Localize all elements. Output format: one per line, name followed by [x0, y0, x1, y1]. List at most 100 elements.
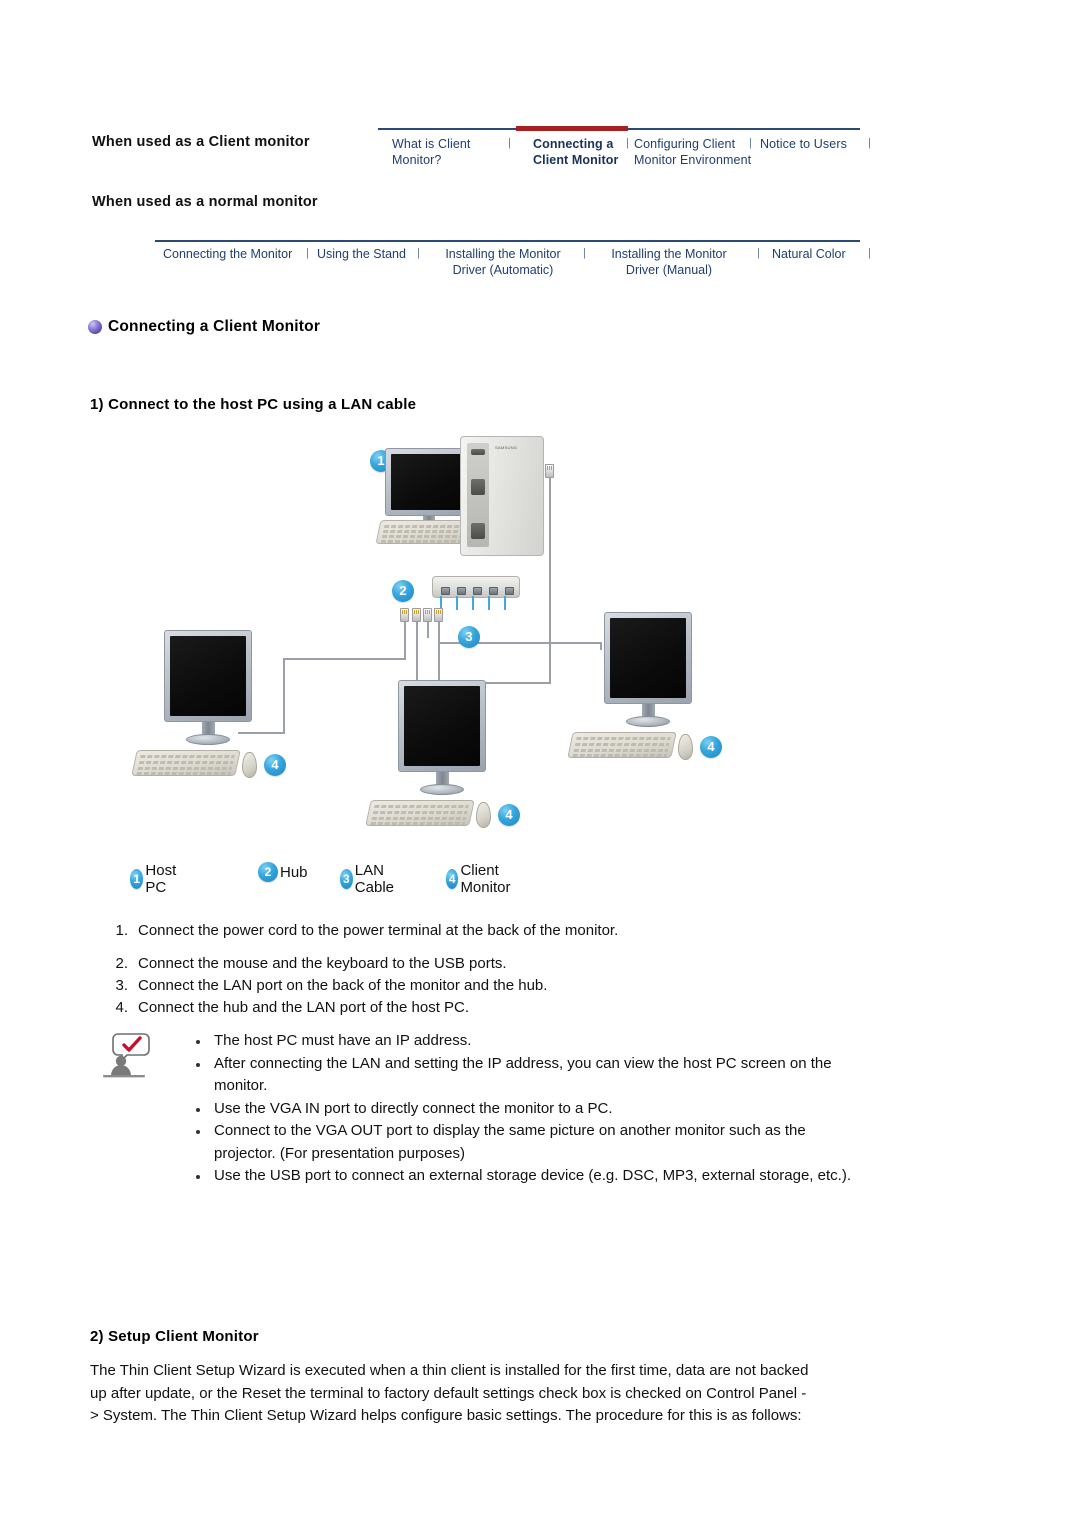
hub-lead: [488, 596, 490, 610]
legend-item-client-monitor: 4 Client Monitor: [446, 862, 518, 896]
legend-item-lan-cable: 3 LAN Cable: [340, 862, 401, 896]
step-text: Connect the mouse and the keyboard to th…: [138, 955, 507, 972]
client-monitor-right-base: [626, 716, 670, 727]
nav-link-connecting-a-client-monitor[interactable]: Connecting a Client Monitor: [533, 136, 618, 168]
client-monitor-center-base: [420, 784, 464, 795]
lan-cable-connector-host: [545, 464, 554, 478]
purple-sphere-bullet-icon: [88, 320, 102, 334]
nav-separator: |: [749, 137, 752, 149]
network-hub: [432, 576, 520, 598]
wire-right-monitor-drop: [600, 642, 602, 650]
active-tab-indicator: [516, 126, 628, 131]
hub-port: [489, 587, 498, 595]
legend-label-client-monitor: Client Monitor: [460, 862, 511, 896]
client-monitor-center-bezel: [398, 680, 486, 772]
callout-badge-4-left: 4: [264, 754, 286, 776]
client-monitor-center-mouse: [476, 802, 491, 828]
hub-port: [441, 587, 450, 595]
note-item: After connecting the LAN and setting the…: [192, 1053, 852, 1098]
legend-item-host-pc: 1 Host PC: [130, 862, 183, 896]
step-number: 3.: [115, 977, 128, 994]
note-item: The host PC must have an IP address.: [192, 1030, 852, 1053]
lan-cable-connector: [423, 608, 432, 622]
wire-left-monitor-tail: [238, 732, 285, 734]
legend-badge-2: 2: [258, 862, 278, 882]
step-item: 2. Connect the mouse and the keyboard to…: [100, 953, 900, 975]
note-item: Connect to the VGA OUT port to display t…: [192, 1120, 852, 1165]
manual-page: When used as a Client monitor When used …: [0, 0, 1080, 1528]
callout-badge-2: 2: [392, 580, 414, 602]
host-pc-drive-bay: [471, 449, 485, 455]
client-monitor-left-mouse: [242, 752, 257, 778]
nav-link-notice-to-users[interactable]: Notice to Users: [760, 136, 847, 152]
step-text: Connect the hub and the LAN port of the …: [138, 999, 470, 1016]
wire-hub-to-left-monitor: [283, 658, 406, 660]
lan-cable-connector: [400, 608, 409, 622]
nav-link-what-is-client-monitor[interactable]: What is Client Monitor?: [392, 136, 471, 168]
host-pc-front-ports: [471, 523, 485, 539]
person-with-checkmark-bubble-icon: [100, 1032, 164, 1080]
nav-separator: |: [868, 247, 871, 259]
lan-cable-connector: [412, 608, 421, 622]
nav-separator: |: [626, 137, 629, 149]
host-pc-monitor-screen: [391, 454, 467, 510]
nav-link-configuring-client-monitor-environment[interactable]: Configuring Client Monitor Environment: [634, 136, 751, 168]
setup-client-monitor-paragraph: The Thin Client Setup Wizard is executed…: [90, 1362, 809, 1424]
client-monitor-left-bezel: [164, 630, 252, 722]
step-number: 1.: [115, 922, 128, 939]
client-monitor-left-base: [186, 734, 230, 745]
host-pc-drive-bay: [471, 479, 485, 495]
wire-hub-port5: [438, 612, 440, 682]
nav-separator: |: [868, 137, 871, 149]
hub-port: [505, 587, 514, 595]
wire-host-pc-lan: [549, 478, 551, 684]
nav-separator: |: [583, 247, 586, 259]
nav-rule-bottom: [155, 240, 860, 242]
hub-lead: [504, 596, 506, 610]
legend-badge-4: 4: [446, 869, 459, 889]
legend-item-hub: 2 Hub: [258, 862, 308, 882]
callout-badge-4-right: 4: [700, 736, 722, 758]
nav-link-installing-the-monitor-driver-manual[interactable]: Installing the Monitor Driver (Manual): [596, 246, 742, 278]
note-list: The host PC must have an IP address. Aft…: [192, 1030, 852, 1188]
nav-link-connecting-the-monitor[interactable]: Connecting the Monitor: [163, 246, 292, 262]
step-text: Connect the power cord to the power term…: [138, 922, 619, 939]
connection-diagram: 1 SAMSUNG 2 3 4 4 4: [120, 430, 860, 850]
step-number: 2.: [115, 955, 128, 972]
hub-lead: [456, 596, 458, 610]
client-monitor-center-keyboard: [365, 800, 475, 826]
nav-side-label-normal: When used as a normal monitor: [92, 194, 318, 210]
legend-label-host-pc: Host PC: [145, 862, 177, 896]
instruction-steps: 1. Connect the power cord to the power t…: [100, 920, 900, 1019]
client-monitor-left-keyboard: [131, 750, 241, 776]
lan-cable-connector: [434, 608, 443, 622]
client-monitor-right-keyboard: [567, 732, 677, 758]
nav-link-natural-color[interactable]: Natural Color: [772, 246, 846, 262]
client-monitor-center-screen: [404, 686, 480, 766]
step-text: Connect the LAN port on the back of the …: [138, 977, 548, 994]
page-title: Connecting a Client Monitor: [108, 318, 321, 335]
legend-badge-3: 3: [340, 869, 353, 889]
nav-link-installing-the-monitor-driver-automatic[interactable]: Installing the Monitor Driver (Automatic…: [430, 246, 576, 278]
wire-left-monitor-riser: [283, 658, 285, 734]
hub-port: [473, 587, 482, 595]
hub-lead: [472, 596, 474, 610]
step-item: 3. Connect the LAN port on the back of t…: [100, 975, 900, 997]
step-number: 4.: [115, 999, 128, 1016]
step-item: 4. Connect the hub and the LAN port of t…: [100, 997, 900, 1019]
nav-separator: |: [417, 247, 420, 259]
setup-client-monitor-title: 2) Setup Client Monitor: [90, 1328, 259, 1345]
callout-badge-4-center: 4: [498, 804, 520, 826]
nav-link-using-the-stand[interactable]: Using the Stand: [317, 246, 406, 262]
nav-side-label-client: When used as a Client monitor: [92, 134, 310, 150]
client-monitor-right-screen: [610, 618, 686, 698]
legend-badge-1: 1: [130, 869, 144, 889]
hub-port: [457, 587, 466, 595]
note-item: Use the VGA IN port to directly connect …: [192, 1098, 852, 1121]
nav-separator: |: [508, 137, 511, 149]
nav-separator: |: [306, 247, 309, 259]
legend-label-lan-cable: LAN Cable: [354, 862, 394, 896]
legend-label-hub: Hub: [280, 863, 308, 881]
nav-separator: |: [757, 247, 760, 259]
client-monitor-right-bezel: [604, 612, 692, 704]
